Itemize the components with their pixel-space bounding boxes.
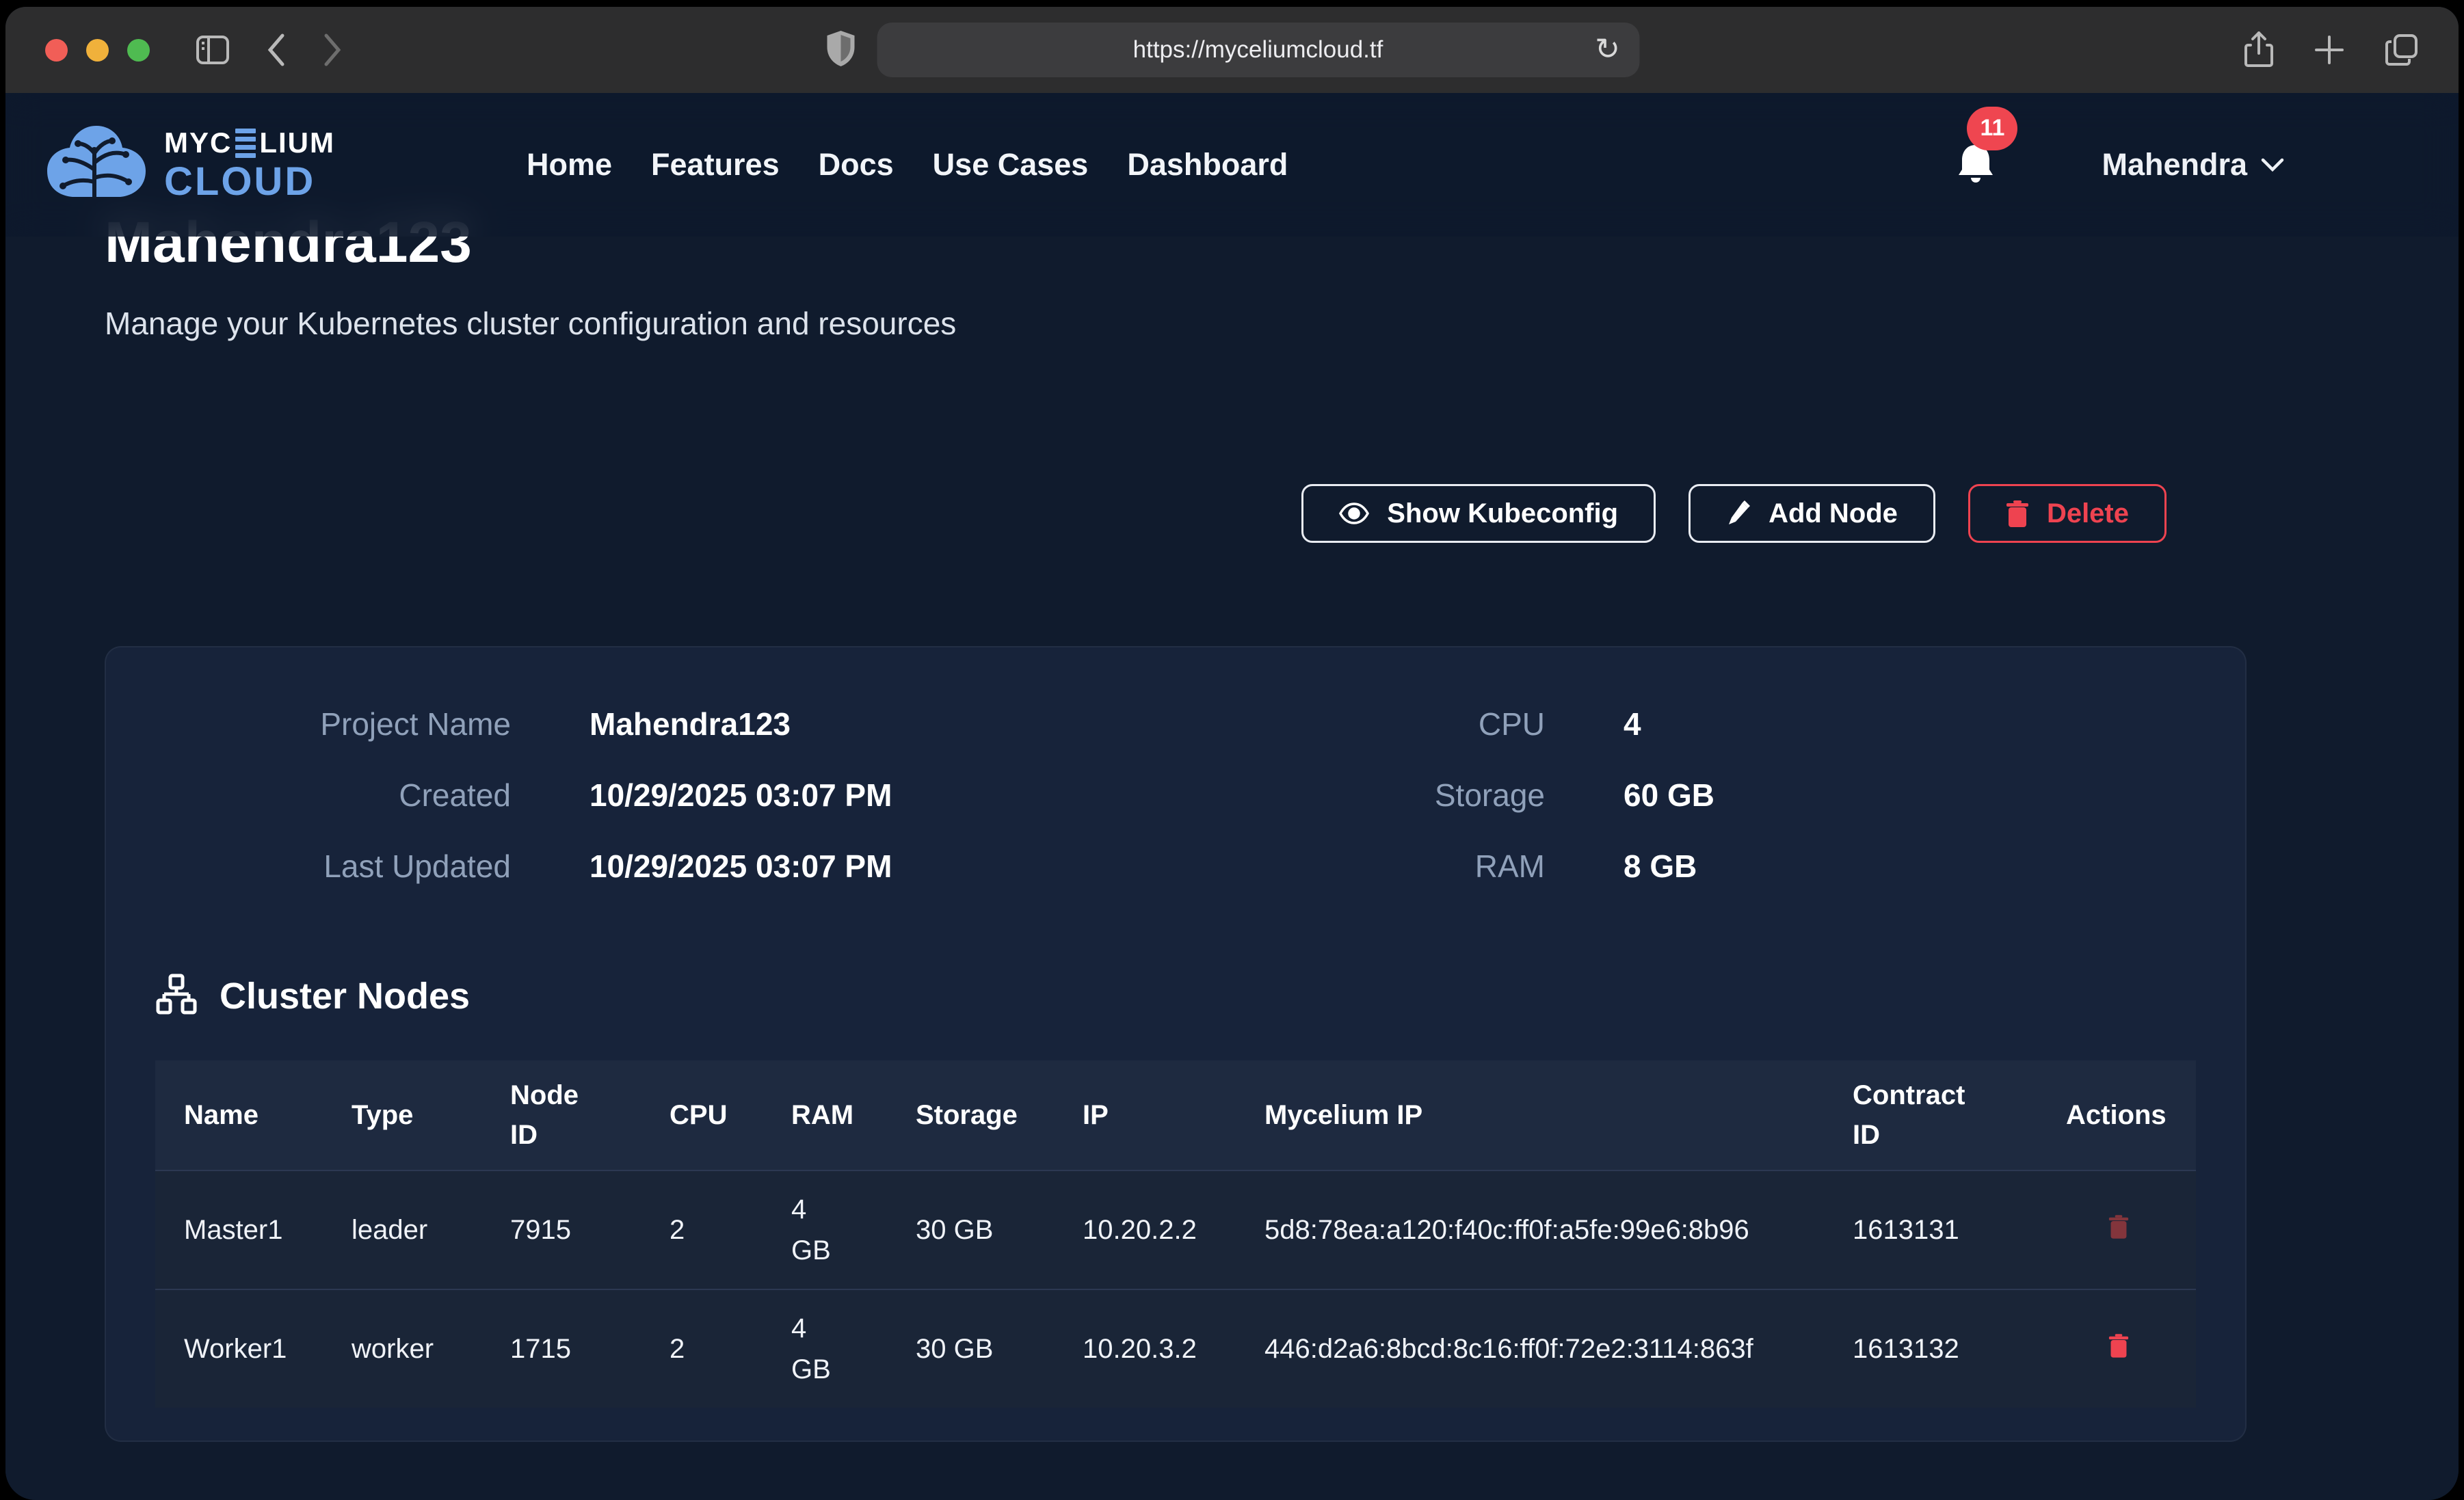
nav-item-dashboard[interactable]: Dashboard — [1127, 147, 1288, 183]
cell-cpu: 2 — [641, 1192, 763, 1268]
site-navbar: MYC LIUM CLOUD Home Features Docs Use Ca… — [5, 93, 2459, 237]
url-text: https://myceliumcloud.tf — [1133, 36, 1383, 64]
minimize-window-button[interactable] — [86, 39, 109, 62]
nodes-table-header: Name Type Node ID CPU RAM Storage IP Myc… — [155, 1060, 2196, 1170]
mycelium-cloud-logo-icon — [45, 122, 148, 209]
address-bar[interactable]: https://myceliumcloud.tf ↻ — [877, 23, 1639, 77]
cell-ram: 4 GB — [791, 1189, 836, 1271]
cell-contract-id: 1613131 — [1824, 1192, 2037, 1268]
last-updated-label: Last Updated — [169, 848, 511, 885]
reload-icon[interactable]: ↻ — [1595, 31, 1620, 66]
col-cpu: CPU — [641, 1080, 763, 1150]
created-value: 10/29/2025 03:07 PM — [589, 777, 1066, 814]
eye-icon — [1339, 503, 1369, 524]
page-subtitle: Manage your Kubernetes cluster configura… — [105, 305, 2247, 342]
cpu-label: CPU — [1285, 706, 1545, 742]
ram-value: 8 GB — [1624, 848, 2182, 885]
pencil-icon — [1726, 500, 1751, 527]
new-tab-icon[interactable] — [2314, 34, 2345, 66]
user-menu[interactable]: Mahendra — [2102, 147, 2284, 183]
cell-cpu: 2 — [641, 1311, 763, 1387]
project-name-label: Project Name — [169, 706, 511, 742]
share-icon[interactable] — [2244, 31, 2274, 68]
storage-label: Storage — [1285, 777, 1545, 814]
col-type: Type — [323, 1080, 481, 1150]
col-storage: Storage — [887, 1080, 1054, 1150]
cell-type: worker — [323, 1311, 481, 1387]
delete-node-button[interactable] — [2108, 1214, 2129, 1241]
forward-button[interactable] — [322, 33, 343, 67]
brand-logo[interactable]: MYC LIUM CLOUD — [45, 122, 335, 209]
cell-storage: 30 GB — [887, 1311, 1054, 1387]
cpu-value: 4 — [1624, 706, 2182, 742]
col-mycelium-ip: Mycelium IP — [1236, 1080, 1824, 1150]
cell-node-id: 7915 — [481, 1192, 641, 1268]
table-row: Master1 leader 7915 2 4 GB 30 GB 10.20.2… — [155, 1170, 2196, 1289]
zoom-window-button[interactable] — [127, 39, 150, 62]
nav-item-features[interactable]: Features — [651, 147, 780, 183]
cell-ip: 10.20.2.2 — [1054, 1192, 1236, 1268]
traffic-lights — [45, 39, 150, 62]
cell-mycelium-ip: 5d8:78ea:a120:f40c:ff0f:a5fe:99e6:8b96 — [1236, 1192, 1824, 1268]
delete-node-button[interactable] — [2108, 1333, 2129, 1360]
cluster-info: Project Name Mahendra123 Created 10/29/2… — [155, 706, 2196, 919]
ram-label: RAM — [1285, 848, 1545, 885]
table-row: Worker1 worker 1715 2 4 GB 30 GB 10.20.3… — [155, 1289, 2196, 1408]
cell-ram: 4 GB — [791, 1308, 836, 1390]
col-actions: Actions — [2037, 1080, 2196, 1150]
col-contract-id: Contract ID — [1853, 1075, 1984, 1155]
nav-item-use-cases[interactable]: Use Cases — [933, 147, 1089, 183]
close-window-button[interactable] — [45, 39, 68, 62]
add-node-button[interactable]: Add Node — [1688, 484, 1935, 543]
back-button[interactable] — [266, 33, 287, 67]
cell-storage: 30 GB — [887, 1192, 1054, 1268]
brand-wordmark: MYC LIUM CLOUD — [164, 129, 335, 202]
notifications-button[interactable]: 11 — [1956, 142, 1996, 188]
privacy-shield-icon[interactable] — [825, 29, 856, 71]
notification-badge: 11 — [1967, 107, 2017, 150]
cell-node-id: 1715 — [481, 1311, 641, 1387]
nav-links: Home Features Docs Use Cases Dashboard — [527, 147, 1288, 183]
logo-e-bars-icon — [235, 129, 256, 158]
cell-mycelium-ip: 446:d2a6:8bcd:8c16:ff0f:72e2:3114:863f — [1236, 1311, 1824, 1387]
project-name-value: Mahendra123 — [589, 706, 1066, 742]
col-node-id: Node ID — [510, 1075, 600, 1155]
trash-icon — [2006, 500, 2029, 527]
col-name: Name — [155, 1080, 323, 1150]
created-label: Created — [169, 777, 511, 814]
cluster-actions: Show Kubeconfig Add Node — [105, 484, 2247, 543]
storage-value: 60 GB — [1624, 777, 2182, 814]
user-name: Mahendra — [2102, 147, 2247, 183]
browser-chrome: https://myceliumcloud.tf ↻ — [5, 7, 2459, 93]
cluster-nodes-title: Cluster Nodes — [220, 975, 470, 1017]
nav-item-docs[interactable]: Docs — [819, 147, 894, 183]
cluster-details-card: Project Name Mahendra123 Created 10/29/2… — [105, 646, 2247, 1442]
last-updated-value: 10/29/2025 03:07 PM — [589, 848, 1066, 885]
cell-name: Master1 — [155, 1192, 323, 1268]
col-ip: IP — [1054, 1080, 1236, 1150]
cell-name: Worker1 — [155, 1311, 323, 1387]
nav-item-home[interactable]: Home — [527, 147, 612, 183]
page-body: Mahendra123 Manage your Kubernetes clust… — [5, 93, 2459, 1500]
cell-type: leader — [323, 1192, 481, 1268]
browser-window: https://myceliumcloud.tf ↻ — [5, 7, 2459, 1500]
chevron-down-icon — [2261, 157, 2284, 172]
cell-ip: 10.20.3.2 — [1054, 1311, 1236, 1387]
sidebar-toggle-icon[interactable] — [195, 34, 230, 66]
cluster-nodes-icon — [155, 974, 198, 1018]
cell-contract-id: 1613132 — [1824, 1311, 2037, 1387]
col-ram: RAM — [763, 1080, 887, 1150]
delete-cluster-button[interactable]: Delete — [1968, 484, 2167, 543]
nodes-table: Name Type Node ID CPU RAM Storage IP Myc… — [155, 1060, 2196, 1408]
tab-overview-icon[interactable] — [2385, 33, 2419, 67]
show-kubeconfig-button[interactable]: Show Kubeconfig — [1301, 484, 1656, 543]
